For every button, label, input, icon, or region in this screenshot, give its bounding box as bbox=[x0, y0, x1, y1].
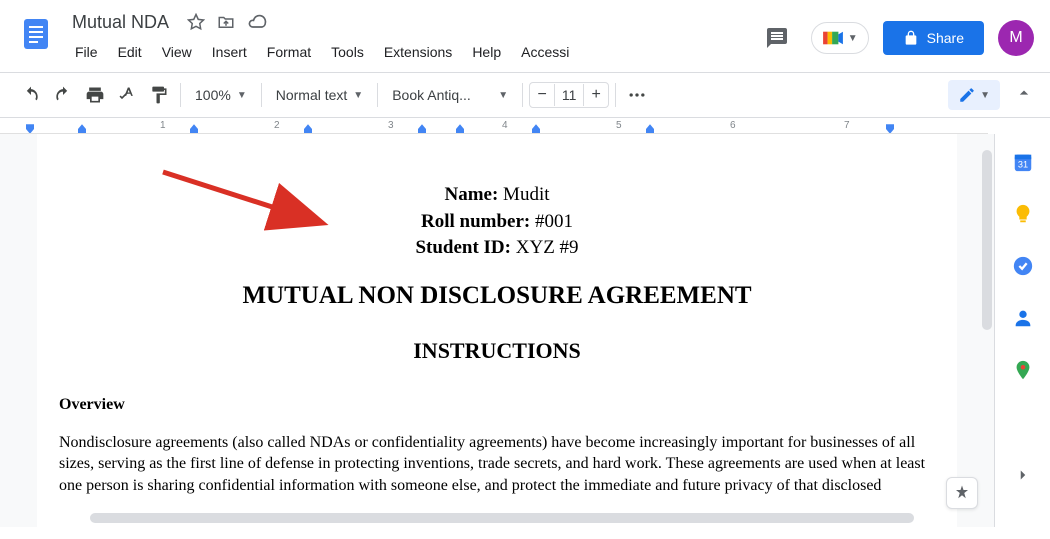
font-size-control: − 11 + bbox=[529, 82, 609, 108]
menu-file[interactable]: File bbox=[66, 40, 107, 64]
zoom-select[interactable]: 100%▼ bbox=[187, 83, 255, 107]
horizontal-ruler[interactable]: 1 2 3 4 5 6 7 bbox=[0, 118, 988, 134]
document-title[interactable]: Mutual NDA bbox=[66, 10, 175, 35]
contacts-icon[interactable] bbox=[1011, 306, 1035, 330]
share-label: Share bbox=[927, 30, 964, 46]
chevron-down-icon: ▼ bbox=[980, 90, 990, 101]
menu-view[interactable]: View bbox=[153, 40, 201, 64]
font-size-decrease[interactable]: − bbox=[530, 83, 554, 107]
show-side-panel-icon[interactable] bbox=[1011, 463, 1035, 487]
comment-history-icon[interactable] bbox=[757, 18, 797, 58]
font-size-increase[interactable]: + bbox=[584, 83, 608, 107]
more-tools-button[interactable] bbox=[622, 80, 652, 110]
toolbar: 100%▼ Normal text▼ Book Antiq...▼ − 11 +… bbox=[0, 73, 1050, 117]
side-panel: 31 bbox=[994, 134, 1050, 527]
doc-header-id[interactable]: Student ID: XYZ #9 bbox=[59, 235, 935, 262]
undo-button[interactable] bbox=[16, 80, 46, 110]
menu-accessibility[interactable]: Accessi bbox=[512, 40, 578, 64]
paint-format-button[interactable] bbox=[144, 80, 174, 110]
docs-logo[interactable] bbox=[16, 8, 56, 60]
collapse-toolbar-button[interactable] bbox=[1014, 83, 1034, 108]
spellcheck-button[interactable] bbox=[112, 80, 142, 110]
meet-button[interactable]: ▼ bbox=[811, 22, 869, 54]
tasks-icon[interactable] bbox=[1011, 254, 1035, 278]
menu-insert[interactable]: Insert bbox=[203, 40, 256, 64]
lock-icon bbox=[903, 30, 919, 46]
explore-button[interactable] bbox=[946, 477, 978, 509]
paragraph-style-select[interactable]: Normal text▼ bbox=[268, 83, 371, 107]
star-icon[interactable] bbox=[187, 13, 205, 31]
editing-mode-button[interactable]: ▼ bbox=[948, 80, 1000, 110]
document-canvas[interactable]: Name: Mudit Roll number: #001 Student ID… bbox=[0, 134, 994, 527]
vertical-scrollbar[interactable] bbox=[982, 150, 992, 330]
doc-header-name[interactable]: Name: Mudit bbox=[59, 182, 935, 209]
menu-bar: File Edit View Insert Format Tools Exten… bbox=[66, 40, 757, 64]
redo-button[interactable] bbox=[48, 80, 78, 110]
menu-edit[interactable]: Edit bbox=[109, 40, 151, 64]
cloud-status-icon[interactable] bbox=[247, 12, 267, 32]
menu-tools[interactable]: Tools bbox=[322, 40, 373, 64]
maps-icon[interactable] bbox=[1011, 358, 1035, 382]
doc-overview-heading[interactable]: Overview bbox=[59, 396, 935, 414]
print-button[interactable] bbox=[80, 80, 110, 110]
horizontal-scrollbar[interactable] bbox=[90, 513, 914, 523]
doc-body-text[interactable]: Nondisclosure agreements (also called ND… bbox=[59, 432, 935, 497]
keep-icon[interactable] bbox=[1011, 202, 1035, 226]
share-button[interactable]: Share bbox=[883, 21, 984, 55]
account-avatar[interactable]: M bbox=[998, 20, 1034, 56]
menu-format[interactable]: Format bbox=[258, 40, 320, 64]
calendar-icon[interactable]: 31 bbox=[1011, 150, 1035, 174]
menu-extensions[interactable]: Extensions bbox=[375, 40, 461, 64]
font-size-value[interactable]: 11 bbox=[554, 84, 584, 106]
pencil-icon bbox=[958, 86, 976, 104]
doc-main-title[interactable]: MUTUAL NON DISCLOSURE AGREEMENT bbox=[59, 282, 935, 310]
move-icon[interactable] bbox=[217, 13, 235, 31]
menu-help[interactable]: Help bbox=[463, 40, 510, 64]
doc-header-roll[interactable]: Roll number: #001 bbox=[59, 209, 935, 236]
chevron-down-icon: ▼ bbox=[848, 33, 858, 44]
svg-text:31: 31 bbox=[1017, 160, 1027, 170]
font-select[interactable]: Book Antiq...▼ bbox=[384, 83, 516, 107]
doc-instructions-heading[interactable]: INSTRUCTIONS bbox=[59, 338, 935, 364]
